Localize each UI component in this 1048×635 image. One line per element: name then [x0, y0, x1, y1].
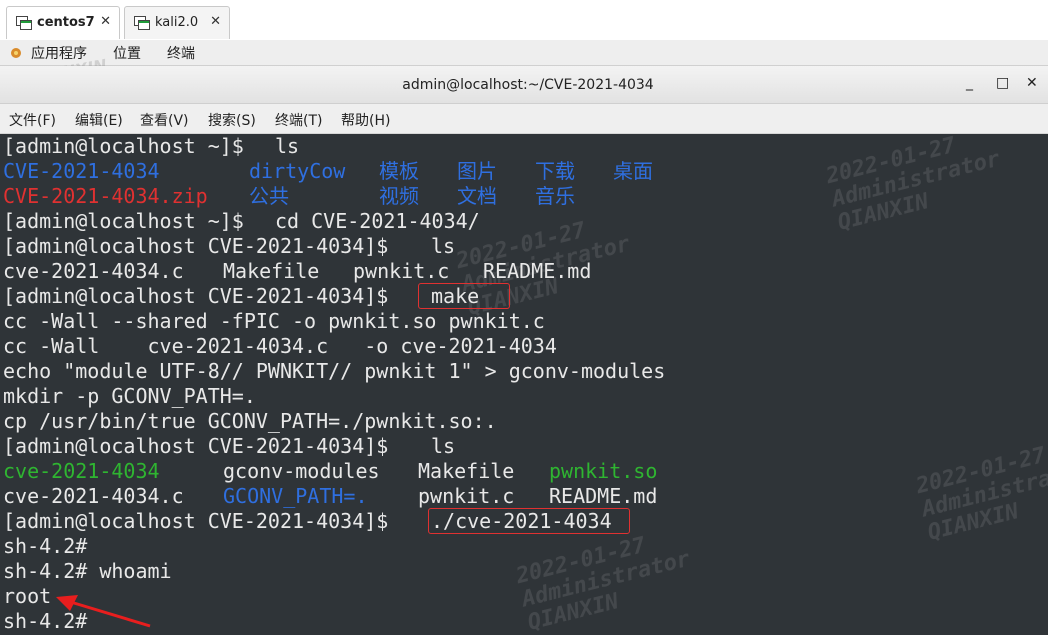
- dir-entry: 文档: [457, 184, 497, 208]
- dir-entry: dirtyCow: [249, 159, 346, 183]
- terminal-line: [admin@localhost CVE-2021-4034]$ ls: [3, 234, 455, 259]
- minimize-button[interactable]: _: [966, 75, 973, 91]
- close-icon[interactable]: ✕: [100, 14, 111, 29]
- places-menu[interactable]: 位置: [113, 43, 141, 63]
- terminal-line: cve-2021-4034.c GCONV_PATH=. pwnkit.c RE…: [3, 484, 657, 509]
- terminal-line: [admin@localhost ~]$ cd CVE-2021-4034/: [3, 209, 480, 234]
- terminal-line: [admin@localhost CVE-2021-4034]$ ls: [3, 434, 455, 459]
- file-entry: pwnkit.c: [353, 259, 450, 283]
- dir-entry: 图片: [457, 159, 497, 183]
- dir-entry: GCONV_PATH=.: [223, 484, 368, 508]
- command-text: ls: [431, 434, 456, 458]
- root-shell-prompt: sh-4.2#: [3, 534, 88, 558]
- watermark: 2022-01-27 Administrator QIANXIN: [513, 532, 693, 635]
- command-text: ls: [431, 234, 456, 258]
- applications-icon: [11, 48, 21, 58]
- dir-entry: CVE-2021-4034: [3, 159, 160, 183]
- file-entry: Makefile: [418, 459, 515, 483]
- vm-tab-centos7[interactable]: centos7 ✕: [6, 6, 120, 39]
- menu-help[interactable]: 帮助(H): [341, 110, 390, 130]
- terminal-line: sh-4.2# whoami: [3, 559, 172, 583]
- terminal-line: cp /usr/bin/true GCONV_PATH=./pwnkit.so:…: [3, 409, 497, 433]
- menu-terminal[interactable]: 终端(T): [275, 110, 322, 130]
- window-title: admin@localhost:~/CVE-2021-4034: [402, 77, 654, 93]
- terminal-line: cve-2021-4034 gconv-modules Makefile pwn…: [3, 459, 657, 484]
- file-entry: Makefile: [223, 259, 320, 283]
- terminal-line: CVE-2021-4034 dirtyCow 模板 图片 下载 桌面: [3, 159, 653, 184]
- dir-entry: 桌面: [613, 159, 653, 183]
- menu-edit[interactable]: 编辑(E): [75, 110, 123, 130]
- vm-tab-strip: centos7 ✕ kali2.0 ✕: [0, 0, 1048, 40]
- shell-prompt: [admin@localhost CVE-2021-4034]$: [3, 234, 401, 258]
- dir-entry: 视频: [379, 184, 419, 208]
- desktop-top-bar: 应用程序 位置 终端: [0, 40, 1048, 66]
- terminal-line: [admin@localhost CVE-2021-4034]$ ./cve-2…: [3, 509, 612, 534]
- terminal-output[interactable]: 2022-01-27 Administrator QIANXIN 2022-01…: [0, 134, 1048, 635]
- shell-prompt: [admin@localhost CVE-2021-4034]$: [3, 434, 401, 458]
- shell-prompt: [admin@localhost ~]$: [3, 134, 256, 158]
- exec-entry: cve-2021-4034: [3, 459, 160, 483]
- watermark: 2022-01-27 Administrator QIANXIN: [823, 134, 1003, 236]
- menu-file[interactable]: 文件(F): [9, 110, 56, 130]
- terminal-line: CVE-2021-4034.zip 公共 视频 文档 音乐: [3, 184, 575, 209]
- terminal-line: cc -Wall cve-2021-4034.c -o cve-2021-403…: [3, 334, 557, 358]
- dir-entry: 模板: [379, 159, 419, 183]
- arrow-annotation-icon: [56, 595, 151, 628]
- dir-entry: 公共: [249, 184, 289, 208]
- file-entry: README.md: [483, 259, 592, 283]
- terminal-line: mkdir -p GCONV_PATH=.: [3, 384, 256, 408]
- file-entry: README.md: [549, 484, 658, 508]
- highlight-box: [418, 283, 510, 309]
- vm-icon: [134, 16, 150, 30]
- menu-view[interactable]: 查看(V): [140, 110, 189, 130]
- terminal-line: cc -Wall --shared -fPIC -o pwnkit.so pwn…: [3, 309, 545, 333]
- close-icon[interactable]: ✕: [210, 14, 221, 29]
- vm-tab-label: centos7: [37, 15, 95, 30]
- vm-tab-kali[interactable]: kali2.0 ✕: [124, 6, 230, 39]
- file-entry: cve-2021-4034.c: [3, 259, 184, 283]
- terminal-line: cve-2021-4034.c Makefile pwnkit.c README…: [3, 259, 591, 284]
- file-entry: gconv-modules: [223, 459, 380, 483]
- terminal-line: echo "module UTF-8// PWNKIT// pwnkit 1" …: [3, 359, 666, 383]
- file-entry: pwnkit.c: [418, 484, 515, 508]
- vm-icon: [16, 16, 32, 30]
- file-entry: cve-2021-4034.c: [3, 484, 184, 508]
- dir-entry: 音乐: [535, 184, 575, 208]
- shell-prompt: [admin@localhost CVE-2021-4034]$: [3, 509, 401, 533]
- shell-prompt: [admin@localhost ~]$: [3, 209, 256, 233]
- exec-entry: pwnkit.so: [549, 459, 658, 483]
- command-text: cd CVE-2021-4034/: [275, 209, 480, 233]
- window-titlebar[interactable]: admin@localhost:~/CVE-2021-4034 _ □ ✕: [0, 66, 1048, 104]
- command-text: ls: [275, 134, 300, 158]
- shell-prompt: [admin@localhost CVE-2021-4034]$: [3, 284, 401, 308]
- terminal-line: [admin@localhost ~]$ ls: [3, 134, 299, 159]
- archive-entry: CVE-2021-4034.zip: [3, 184, 208, 208]
- maximize-button[interactable]: □: [996, 75, 1009, 91]
- dir-entry: 下载: [535, 159, 575, 183]
- terminal-line: [admin@localhost CVE-2021-4034]$ make: [3, 284, 479, 309]
- menu-search[interactable]: 搜索(S): [208, 110, 256, 130]
- watermark: 2022-01-27 Administrator QIANXIN: [913, 442, 1048, 546]
- vm-tab-label: kali2.0: [155, 15, 199, 30]
- whoami-output: root: [3, 584, 52, 608]
- terminal-menubar: 文件(F) 编辑(E) 查看(V) 搜索(S) 终端(T) 帮助(H): [0, 104, 1048, 134]
- terminal-app-menu[interactable]: 终端: [167, 43, 195, 63]
- close-button[interactable]: ✕: [1026, 75, 1038, 91]
- highlight-box: [428, 508, 630, 534]
